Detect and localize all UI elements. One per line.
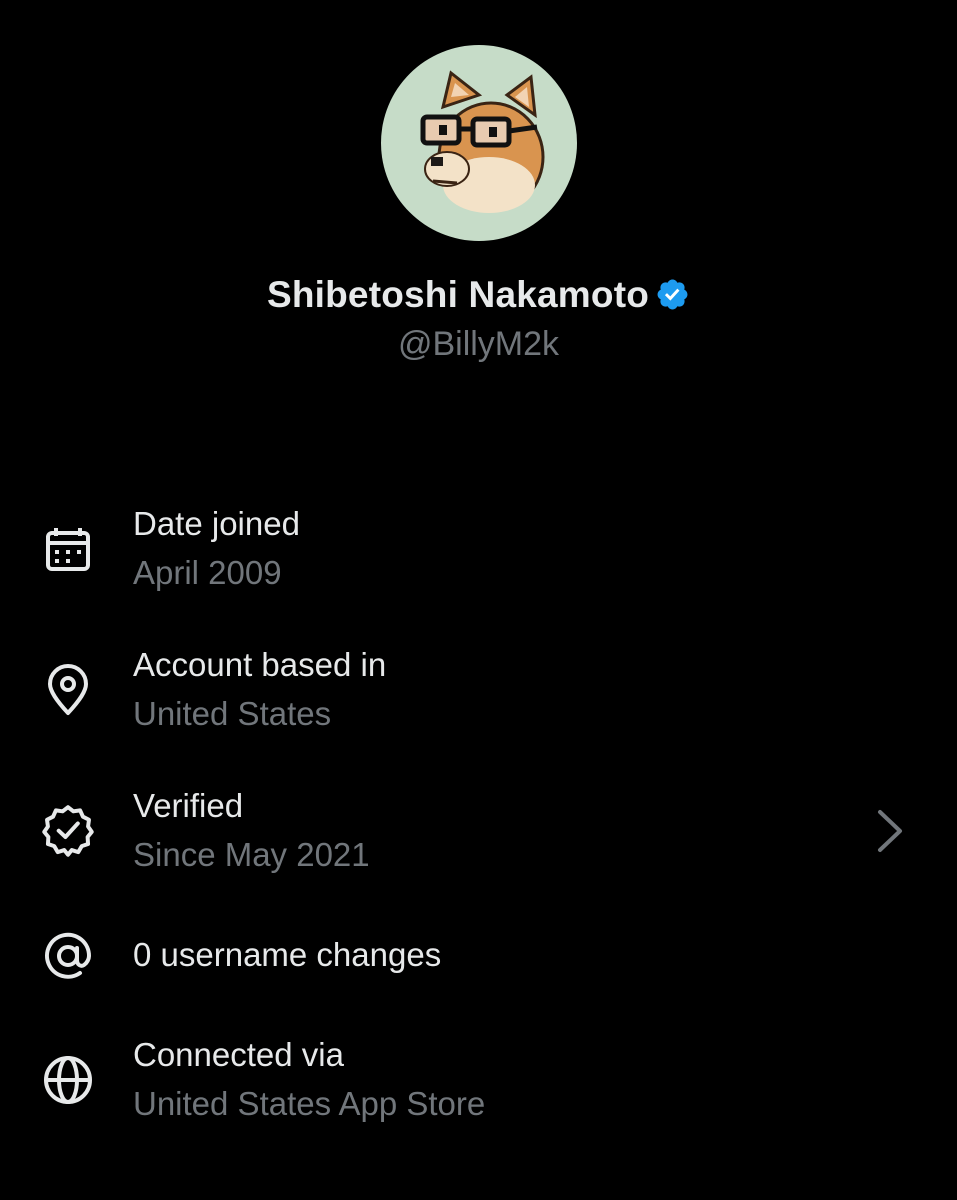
- at-sign-icon: [40, 928, 96, 984]
- info-title: Date joined: [133, 505, 300, 542]
- username-handle: @BillyM2k: [397, 325, 560, 363]
- info-subtitle: Since May 2021: [133, 836, 370, 873]
- verified-badge-icon[interactable]: [655, 277, 690, 312]
- calendar-icon: [40, 522, 96, 578]
- chevron-right-icon[interactable]: [874, 808, 906, 854]
- info-subtitle: United States App Store: [133, 1085, 486, 1122]
- verified-badge-icon: [40, 802, 96, 858]
- profile-name-row: Shibetoshi Nakamoto: [0, 272, 957, 318]
- globe-icon: [40, 1052, 96, 1108]
- info-subtitle: United States: [133, 695, 332, 732]
- info-title: Verified: [133, 787, 244, 824]
- info-title: 0 username changes: [133, 936, 442, 973]
- display-name: Shibetoshi Nakamoto: [266, 274, 650, 315]
- doge-avatar-icon: [420, 70, 545, 213]
- location-pin-icon: [40, 662, 96, 718]
- info-subtitle: April 2009: [133, 554, 282, 591]
- avatar[interactable]: [381, 45, 577, 241]
- info-title: Account based in: [133, 646, 387, 683]
- info-title: Connected via: [133, 1036, 344, 1073]
